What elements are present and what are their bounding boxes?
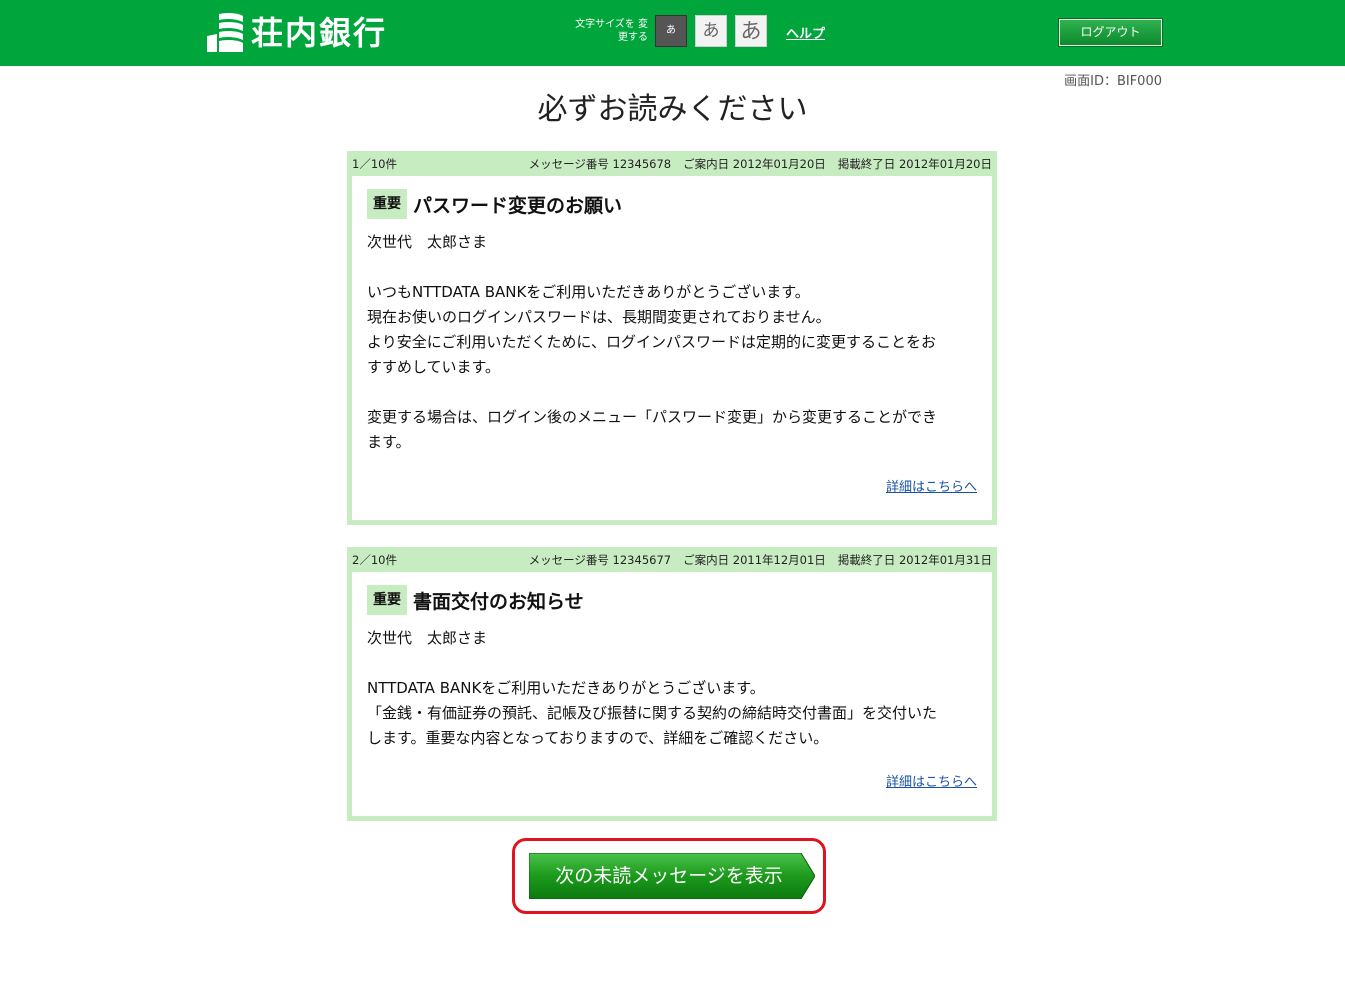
message-body: 重要 書面交付のお知らせ 次世代 太郎さま NTTDATA BANKをご利用いた… [352,572,992,816]
detail-link[interactable]: 詳細はこちらへ [886,771,977,790]
next-button-label: 次の未読メッセージを表示 [555,865,783,887]
message-count: 1／10件 [352,157,397,171]
bank-logo[interactable]: 荘内銀行 [205,12,387,54]
message-text: NTTDATA BANKをご利用いただきありがとうございます。 「金銭・有価証券… [367,679,938,747]
logout-button[interactable]: ログアウト [1059,19,1162,46]
font-size-label: 文字サイズを 変更する [575,19,648,43]
recipient-name: 次世代 太郎さま [367,629,488,647]
detail-link[interactable]: 詳細はこちらへ [886,476,977,495]
next-unread-button[interactable]: 次の未読メッセージを表示 [529,853,815,899]
message-body: 重要 パスワード変更のお願い 次世代 太郎さま いつもNTTDATA BANKを… [352,176,992,520]
bank-logo-icon [205,12,245,54]
help-link[interactable]: ヘルプ [786,23,825,42]
message-date: ご案内日 2012年01月20日 [683,157,826,171]
font-size-small-button[interactable]: あ [655,15,687,47]
message-card: 2／10件 メッセージ番号 12345677 ご案内日 2011年12月01日 掲載… [347,547,997,821]
message-count: 2／10件 [352,553,397,567]
message-title: パスワード変更のお願い [413,194,623,217]
bank-name: 荘内銀行 [251,14,388,52]
message-meta: メッセージ番号 12345677 ご案内日 2011年12月01日 掲載終了日 20… [517,552,992,568]
message-number: メッセージ番号 12345678 [528,157,672,171]
message-meta: メッセージ番号 12345678 ご案内日 2012年01月20日 掲載終了日 20… [517,156,992,172]
page-title: 必ずお読みください [537,92,808,127]
message-header: 1／10件 メッセージ番号 12345678 ご案内日 2012年01月20日 掲載… [352,151,992,176]
message-title-row: 重要 書面交付のお知らせ [367,585,977,615]
message-title: 書面交付のお知らせ [413,590,584,613]
font-size-large-button[interactable]: あ [735,15,767,47]
message-number: メッセージ番号 12345677 [528,553,672,567]
important-badge: 重要 [367,585,407,615]
message-title-row: 重要 パスワード変更のお願い [367,189,977,219]
important-badge: 重要 [367,189,407,219]
message-text: いつもNTTDATA BANKをご利用いただきありがとうございます。 現在お使い… [367,283,938,451]
font-size-medium-button[interactable]: あ [695,15,727,47]
message-end-date: 掲載終了日 2012年01月31日 [837,553,992,567]
message-date: ご案内日 2011年12月01日 [683,553,826,567]
message-header: 2／10件 メッセージ番号 12345677 ご案内日 2011年12月01日 掲載… [352,547,992,572]
message-card: 1／10件 メッセージ番号 12345678 ご案内日 2012年01月20日 掲載… [347,151,997,525]
recipient-name: 次世代 太郎さま [367,233,488,251]
header-bar: 荘内銀行 文字サイズを 変更する あ あ あ ヘルプ ログアウト [0,0,1345,66]
message-end-date: 掲載終了日 2012年01月20日 [837,157,992,171]
